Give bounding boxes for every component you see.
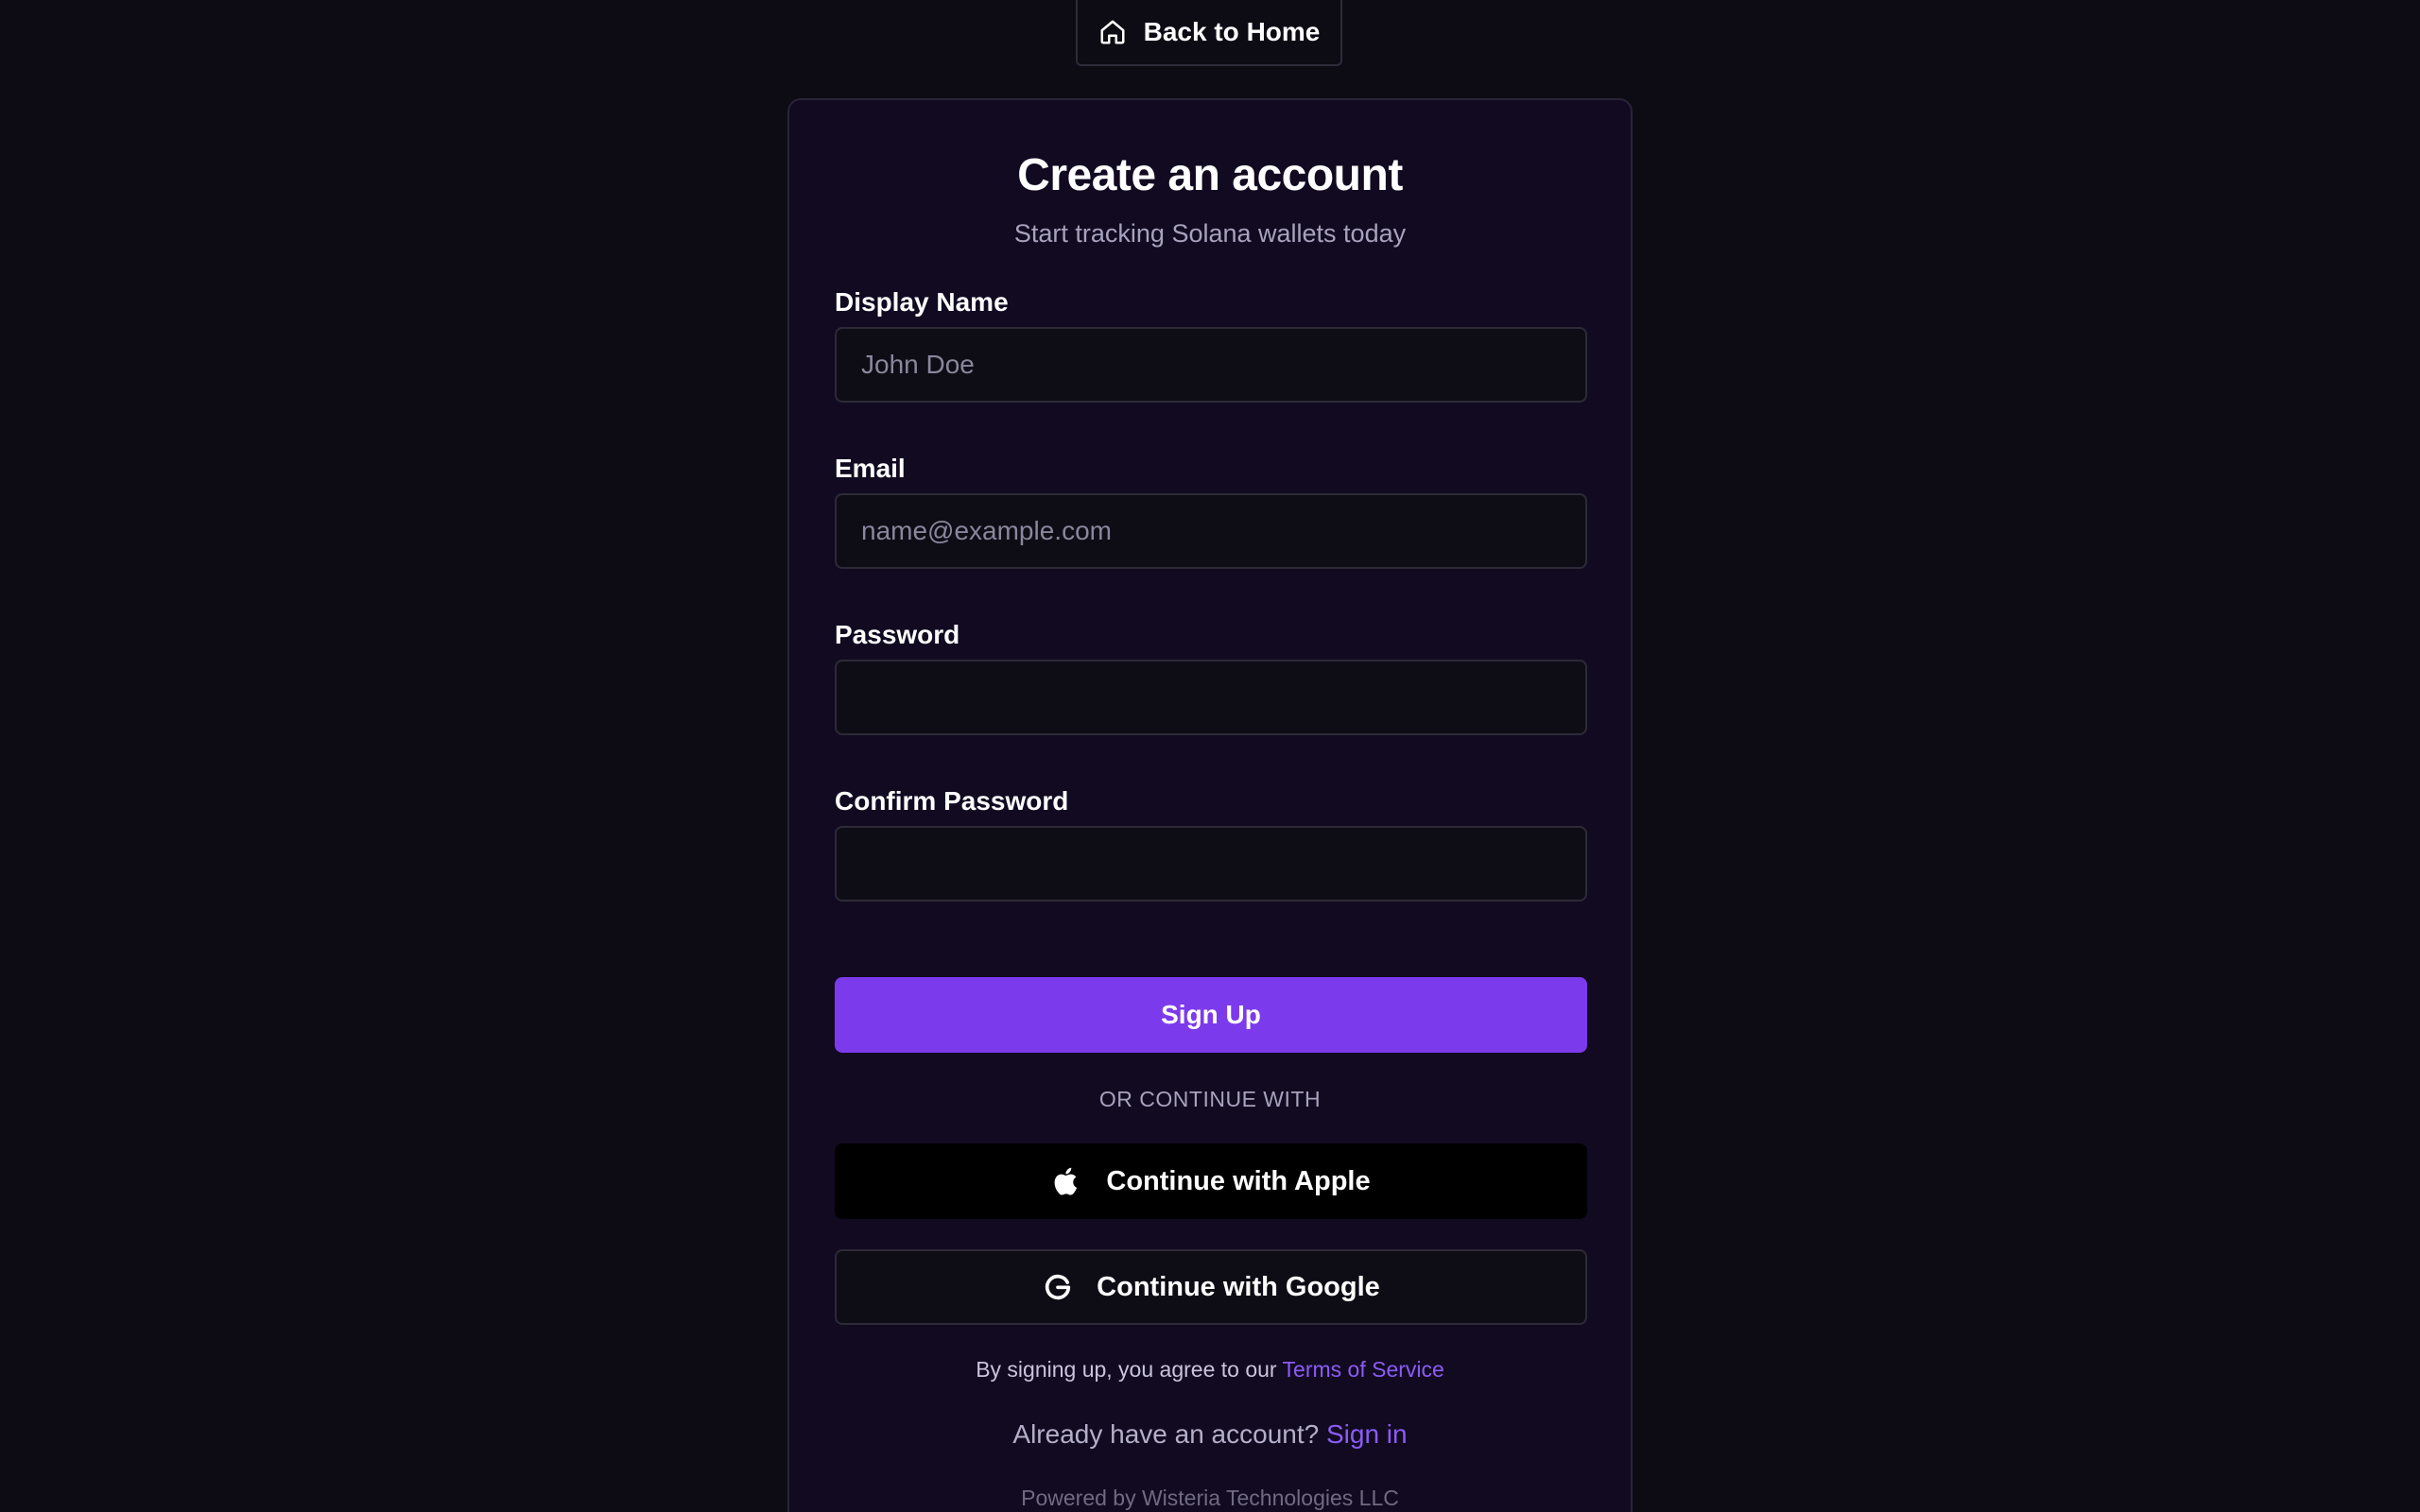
social-divider: OR CONTINUE WITH [1098,1087,1322,1111]
sign-in-prompt: Already have an account? Sign in [789,1419,1631,1450]
sign-up-button[interactable]: Sign Up [835,977,1587,1053]
signup-card: Create an account Start tracking Solana … [787,98,1633,1512]
continue-with-apple-label: Continue with Apple [1106,1165,1371,1196]
signup-page: Back to Home Create an account Start tra… [0,0,2420,1512]
back-to-home-label: Back to Home [1143,17,1321,46]
page-title: Create an account [1017,150,1403,200]
terms-notice: By signing up, you agree to our Terms of… [789,1357,1631,1383]
terms-prefix: By signing up, you agree to our [976,1357,1283,1382]
back-to-home-button[interactable]: Back to Home [1076,0,1342,66]
password-label: Password [835,620,960,649]
confirm-password-label: Confirm Password [835,786,1069,816]
powered-by-text: Powered by Wisteria Technologies LLC [1021,1486,1399,1510]
google-icon [1042,1271,1074,1303]
password-input[interactable] [835,660,1587,735]
apple-icon [1051,1165,1083,1197]
continue-with-google-button[interactable]: Continue with Google [835,1249,1587,1325]
continue-with-apple-button[interactable]: Continue with Apple [835,1143,1587,1219]
home-icon [1098,18,1127,46]
confirm-password-input[interactable] [835,826,1587,902]
continue-with-google-label: Continue with Google [1097,1271,1380,1302]
sign-in-link[interactable]: Sign in [1326,1419,1408,1449]
email-input[interactable] [835,493,1587,569]
sign-in-prefix: Already have an account? [1012,1419,1326,1449]
sign-up-label: Sign Up [1161,1000,1261,1029]
display-name-label: Display Name [835,287,1009,317]
terms-of-service-link[interactable]: Terms of Service [1283,1357,1444,1382]
display-name-input[interactable] [835,327,1587,403]
email-label: Email [835,454,906,483]
page-subtitle: Start tracking Solana wallets today [1013,219,1407,248]
